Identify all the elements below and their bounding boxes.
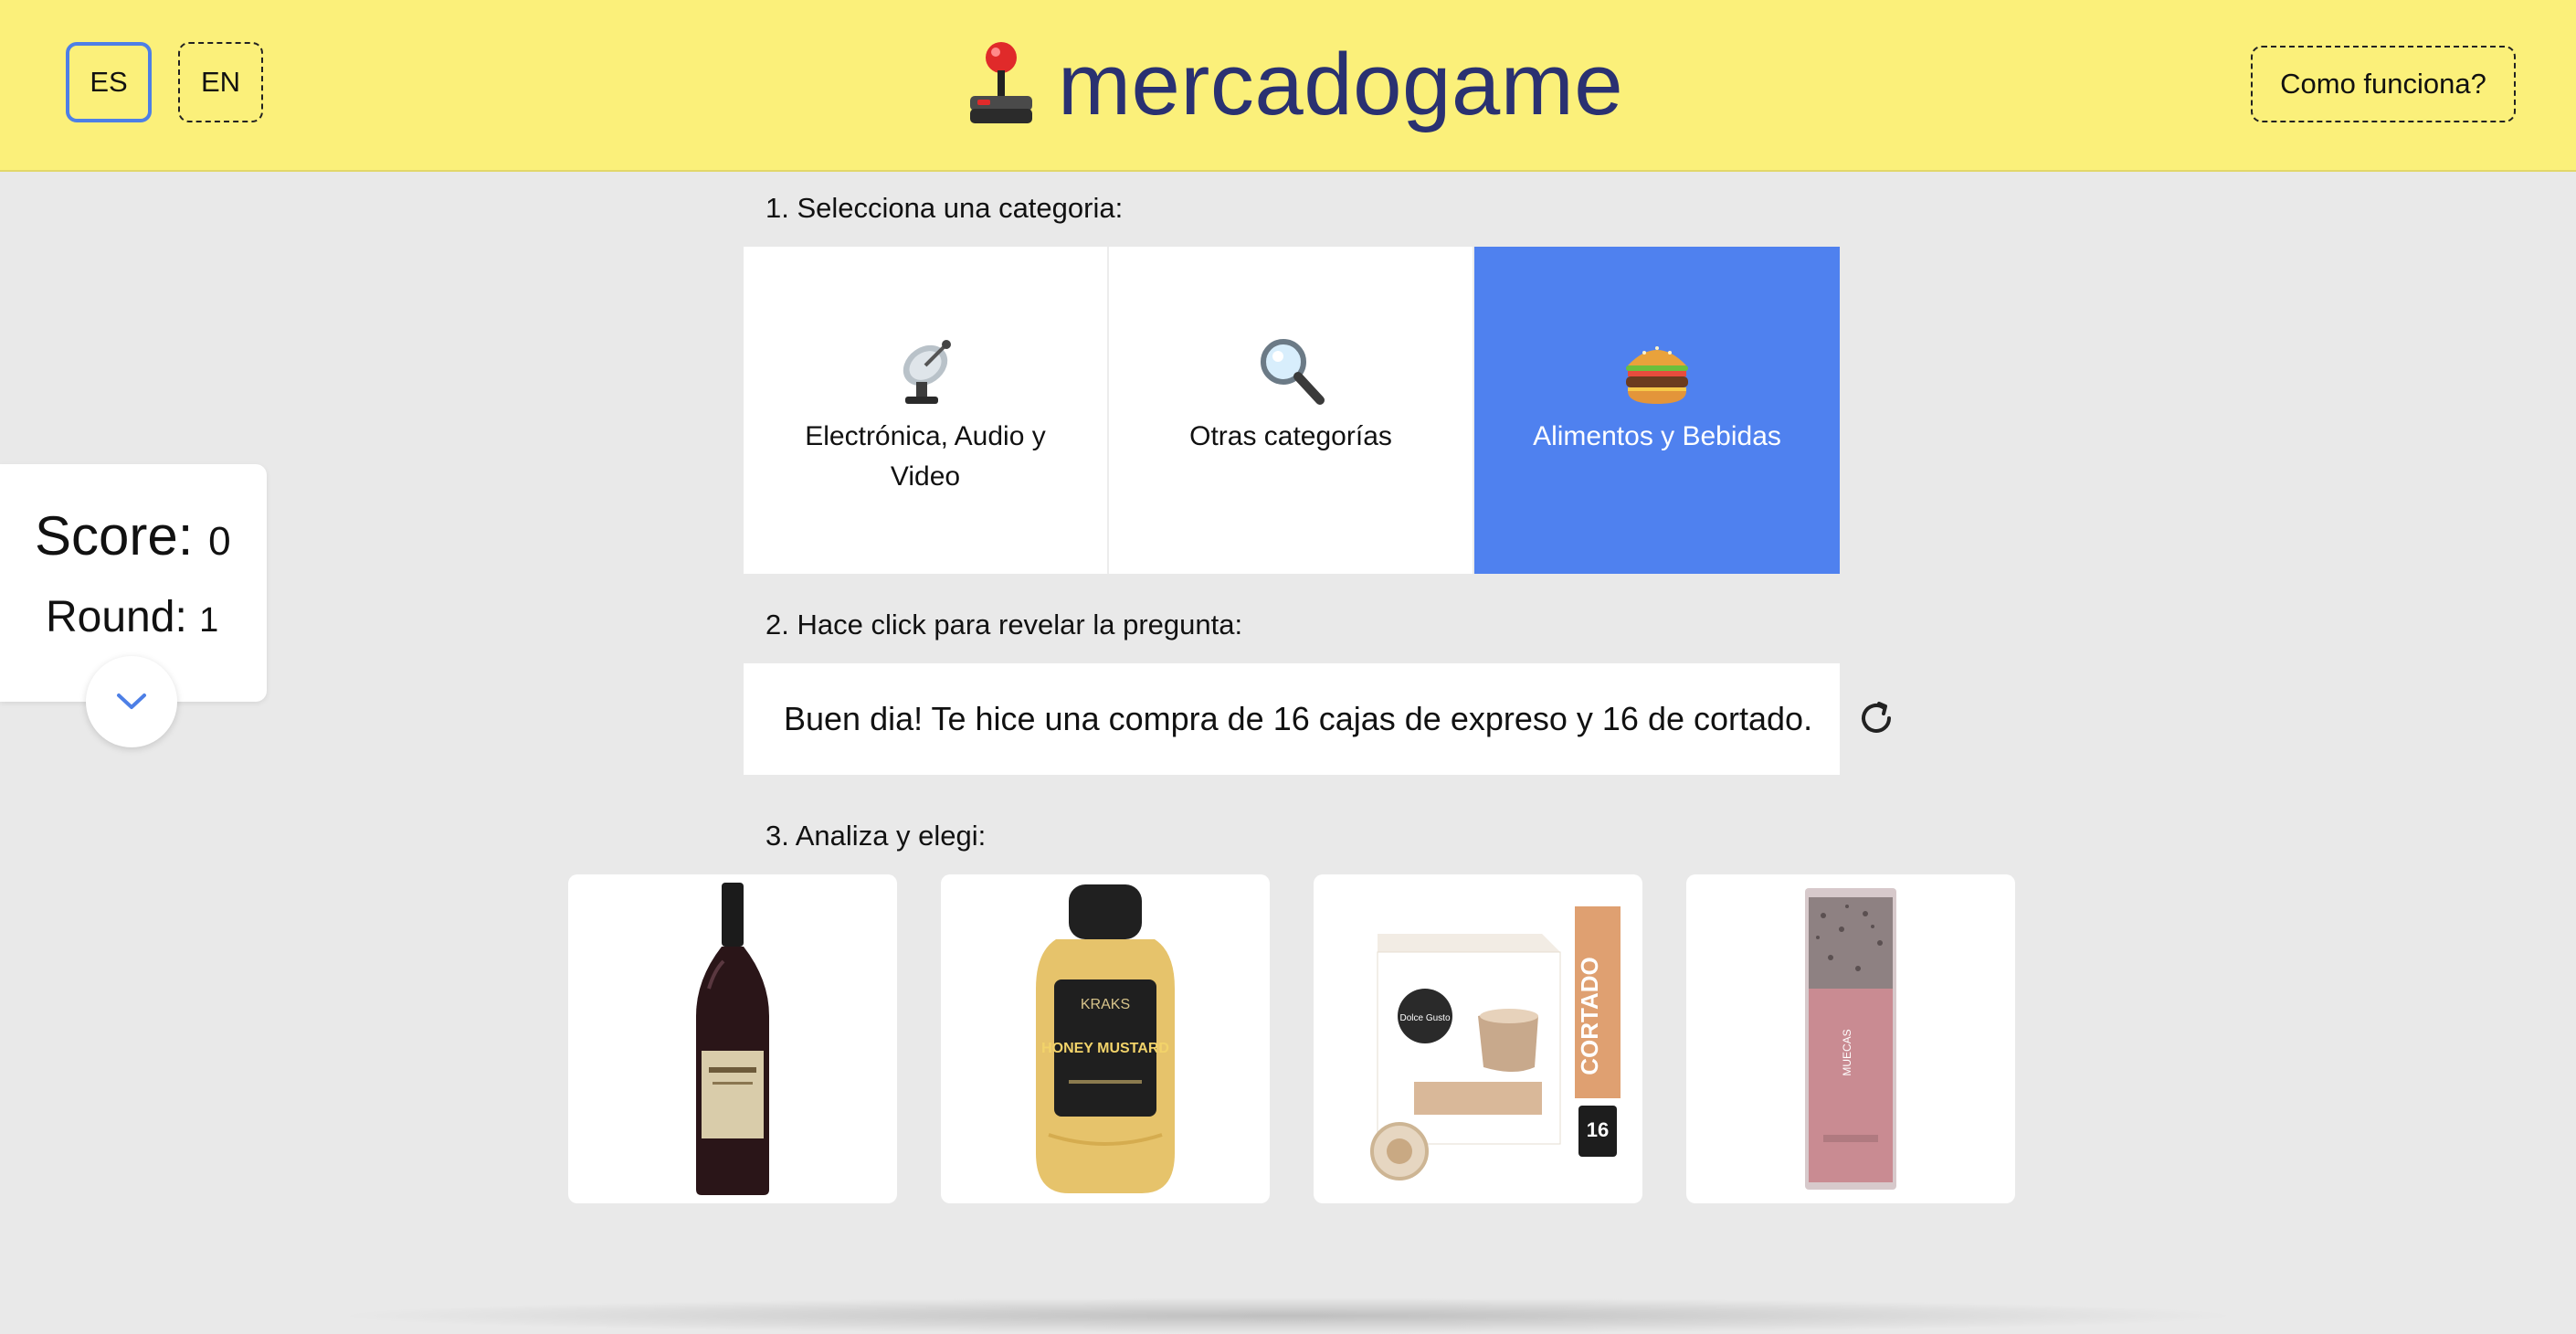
category-label: Electrónica, Audio y Video <box>805 421 1046 492</box>
lang-en-button[interactable]: EN <box>178 42 263 122</box>
score-line: Score: 0 <box>35 504 231 567</box>
round-line: Round: 1 <box>46 592 218 642</box>
magnifier-icon <box>1261 339 1325 405</box>
cortado-label-text: CORTADO <box>1576 957 1603 1075</box>
wine-bottle-image <box>696 883 769 1195</box>
expand-score-button[interactable] <box>86 656 177 747</box>
step3-label: 3. Analiza y elegi: <box>765 820 987 852</box>
step2-label: 2. Hace click para revelar la pregunta: <box>765 609 1243 641</box>
capsule-count-text: 16 <box>1587 1118 1609 1141</box>
brand-title: mercadogame <box>1058 36 1624 133</box>
question-box[interactable]: Buen dia! Te hice una compra de 16 cajas… <box>744 663 1840 775</box>
category-others[interactable]: Otras categorías <box>1109 247 1474 574</box>
category-label: Otras categorías <box>1189 421 1392 451</box>
dolce-gusto-box-image: CORTADO 16 Dolce Gusto <box>1370 897 1633 1190</box>
chevron-down-icon <box>117 693 146 709</box>
cereal-brand-text: MUECAS <box>1841 1029 1853 1075</box>
mustard-brand-text: KRAKS <box>1081 997 1130 1012</box>
cereal-bar-image: MUECAS <box>1805 888 1896 1190</box>
mustard-label-text: HONEY MUSTARD <box>1041 1041 1169 1056</box>
satellite-dish-icon <box>903 340 951 404</box>
round-value: 1 <box>199 601 219 640</box>
how-it-works-button[interactable]: Como funciona? <box>2251 46 2516 122</box>
round-label: Round: <box>46 593 187 641</box>
dolce-brand-text: Dolce Gusto <box>1399 1013 1450 1023</box>
category-label: Alimentos y Bebidas <box>1533 421 1781 451</box>
product-card-dolce-gusto[interactable]: CORTADO 16 Dolce Gusto <box>1314 874 1642 1203</box>
category-electronics[interactable]: Electrónica, Audio y Video <box>744 247 1109 574</box>
product-card-cereal-bar[interactable]: MUECAS <box>1686 874 2015 1203</box>
step1-label: 1. Selecciona una categoria: <box>765 192 1124 224</box>
refresh-button[interactable] <box>1854 696 1898 740</box>
category-food-drinks[interactable]: Alimentos y Bebidas <box>1474 247 1840 574</box>
hamburger-icon <box>1626 346 1688 404</box>
product-card-wine[interactable] <box>568 874 897 1203</box>
lang-es-button[interactable]: ES <box>66 42 152 122</box>
refresh-icon <box>1862 702 1891 733</box>
mustard-bottle-image: KRAKS HONEY MUSTARD <box>1036 884 1175 1193</box>
bottom-shadow <box>329 1297 2247 1334</box>
score-label: Score: <box>35 505 194 566</box>
question-text: Buen dia! Te hice una compra de 16 cajas… <box>784 700 1813 737</box>
category-selector: Electrónica, Audio y Video Otras categor… <box>744 247 1840 574</box>
top-header: ES EN mercadogame Como funciona? <box>0 0 2576 172</box>
joystick-icon <box>970 42 1032 123</box>
brand: mercadogame <box>965 26 1623 144</box>
score-value: 0 <box>208 519 231 564</box>
product-card-honey-mustard[interactable]: KRAKS HONEY MUSTARD <box>941 874 1270 1203</box>
